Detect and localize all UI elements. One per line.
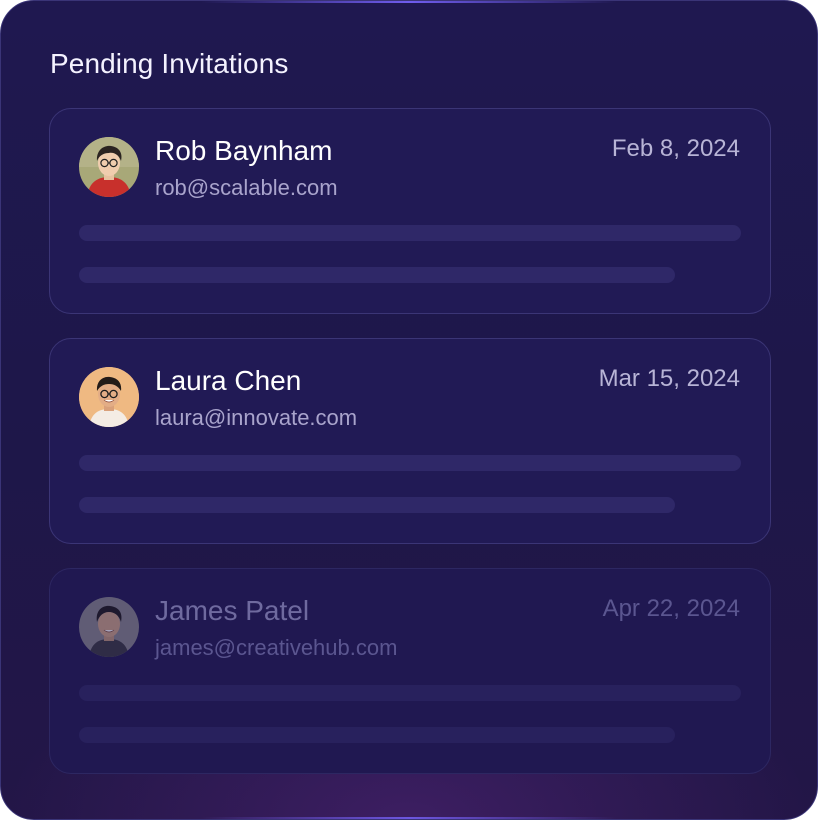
placeholder-line: [79, 267, 675, 283]
invitation-card[interactable]: James Patel james@creativehub.com Apr 22…: [49, 568, 771, 774]
invitation-card[interactable]: Laura Chen laura@innovate.com Mar 15, 20…: [49, 338, 771, 544]
invitee-name: James Patel: [155, 595, 310, 626]
invitation-date: Apr 22, 2024: [602, 595, 740, 622]
invitee-email: laura@innovate.com: [155, 405, 358, 430]
invitation-date: Mar 15, 2024: [598, 365, 740, 392]
invitee-email: james@creativehub.com: [155, 635, 398, 660]
pending-invitations-panel: Pending Invitations Rob Baynham rob@scal…: [0, 0, 818, 820]
panel-title: Pending Invitations: [50, 48, 289, 79]
avatar: [79, 597, 139, 657]
invitee-name: Laura Chen: [155, 365, 302, 396]
avatar: [79, 367, 139, 427]
placeholder-line: [79, 497, 675, 513]
placeholder-line: [79, 225, 741, 241]
invitation-card[interactable]: Rob Baynham rob@scalable.com Feb 8, 2024: [49, 108, 771, 314]
placeholder-line: [79, 727, 675, 743]
invitee-name: Rob Baynham: [155, 135, 333, 166]
invitation-date: Feb 8, 2024: [611, 135, 740, 162]
invitee-email: rob@scalable.com: [155, 175, 338, 200]
placeholder-line: [79, 455, 741, 471]
placeholder-line: [79, 685, 741, 701]
avatar: [79, 137, 139, 197]
